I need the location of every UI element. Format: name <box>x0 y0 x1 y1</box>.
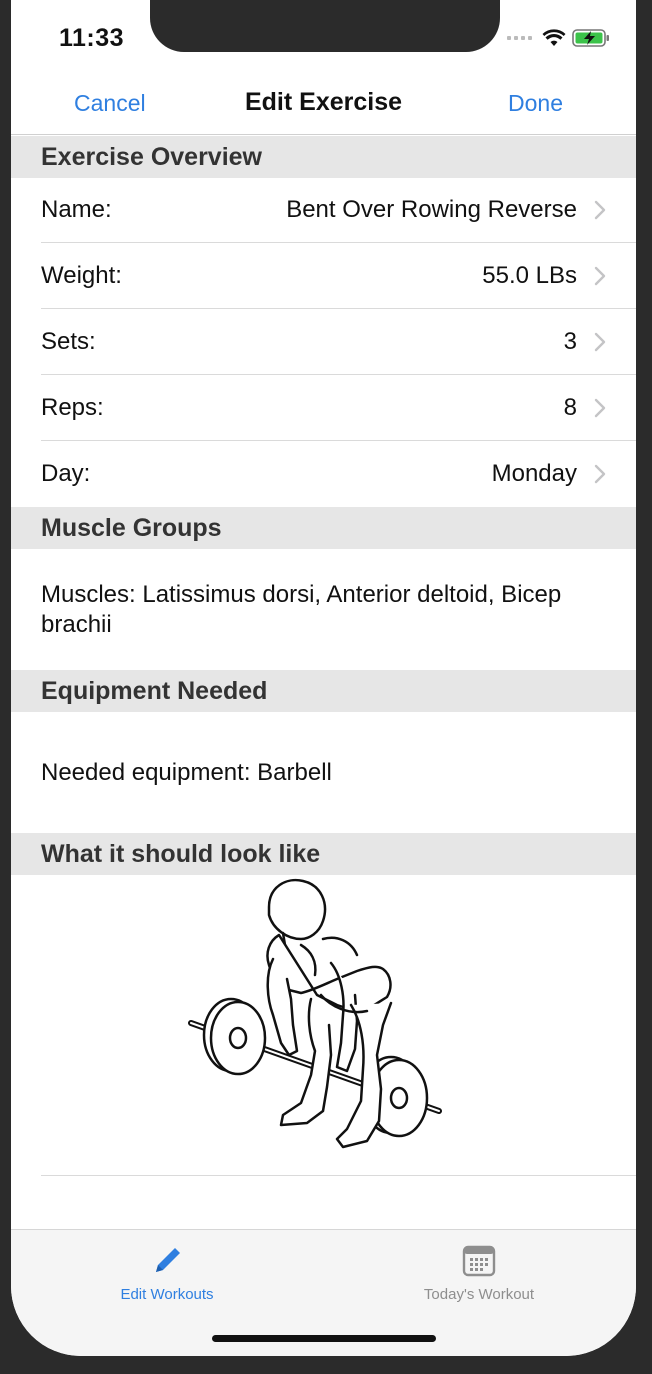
row-label: Day: <box>41 460 91 487</box>
exercise-illustration <box>11 875 636 1175</box>
row-name[interactable]: Name: Bent Over Rowing Reverse <box>11 177 636 243</box>
device-notch <box>150 0 500 52</box>
row-reps[interactable]: Reps: 8 <box>11 375 636 441</box>
section-header-equipment: Equipment Needed <box>11 670 636 712</box>
status-time: 11:33 <box>59 24 125 52</box>
chevron-right-icon <box>594 200 606 220</box>
row-label: Reps: <box>41 394 104 421</box>
chevron-right-icon <box>594 464 606 484</box>
divider <box>41 1175 636 1176</box>
row-value: 3 <box>563 328 577 355</box>
battery-charging-icon <box>572 29 609 47</box>
chevron-right-icon <box>594 266 606 286</box>
cellular-signal-icon <box>507 36 532 40</box>
row-value: Bent Over Rowing Reverse <box>286 196 577 223</box>
row-label: Weight: <box>41 262 122 289</box>
status-icons <box>507 28 610 48</box>
chevron-right-icon <box>594 398 606 418</box>
row-value: Monday <box>491 460 577 487</box>
row-value: 8 <box>563 394 577 421</box>
row-sets[interactable]: Sets: 3 <box>11 309 636 375</box>
section-header-image: What it should look like <box>11 833 636 875</box>
home-indicator[interactable] <box>212 1335 436 1342</box>
navigation-bar: Cancel Edit Exercise Done <box>11 74 636 135</box>
wifi-icon <box>542 29 566 46</box>
equipment-text: Needed equipment: Barbell <box>41 759 332 786</box>
section-header-overview: Exercise Overview <box>11 136 636 178</box>
row-weight[interactable]: Weight: 55.0 LBs <box>11 243 636 309</box>
calendar-icon <box>462 1245 496 1277</box>
tab-label: Edit Workouts <box>120 1286 214 1303</box>
pencil-icon <box>156 1248 180 1272</box>
row-value: 55.0 LBs <box>482 262 577 289</box>
phone-screen: 11:33 Cancel Edit Exercise Done Exercise… <box>11 0 636 1356</box>
muscles-text: Muscles: Latissimus dorsi, Anterior delt… <box>41 581 562 638</box>
row-label: Sets: <box>41 328 96 355</box>
chevron-right-icon <box>594 332 606 352</box>
done-button[interactable]: Done <box>508 90 563 117</box>
tab-label: Today's Workout <box>423 1286 535 1303</box>
row-day[interactable]: Day: Monday <box>11 441 636 507</box>
section-header-muscles: Muscle Groups <box>11 507 636 549</box>
row-label: Name: <box>41 196 112 223</box>
